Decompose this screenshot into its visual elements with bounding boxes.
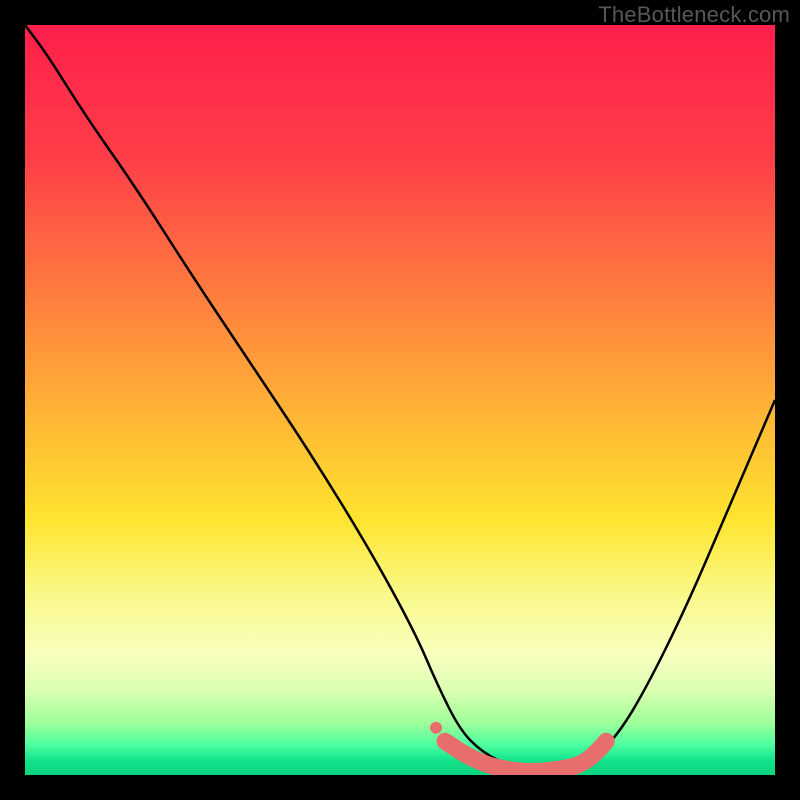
bottleneck-curve — [25, 25, 775, 773]
curve-layer — [25, 25, 775, 775]
optimal-range-markers — [430, 722, 606, 772]
optimal-range-band — [445, 741, 606, 771]
optimal-range-start-dot — [430, 722, 442, 734]
chart-frame: TheBottleneck.com — [0, 0, 800, 800]
plot-area — [25, 25, 775, 775]
